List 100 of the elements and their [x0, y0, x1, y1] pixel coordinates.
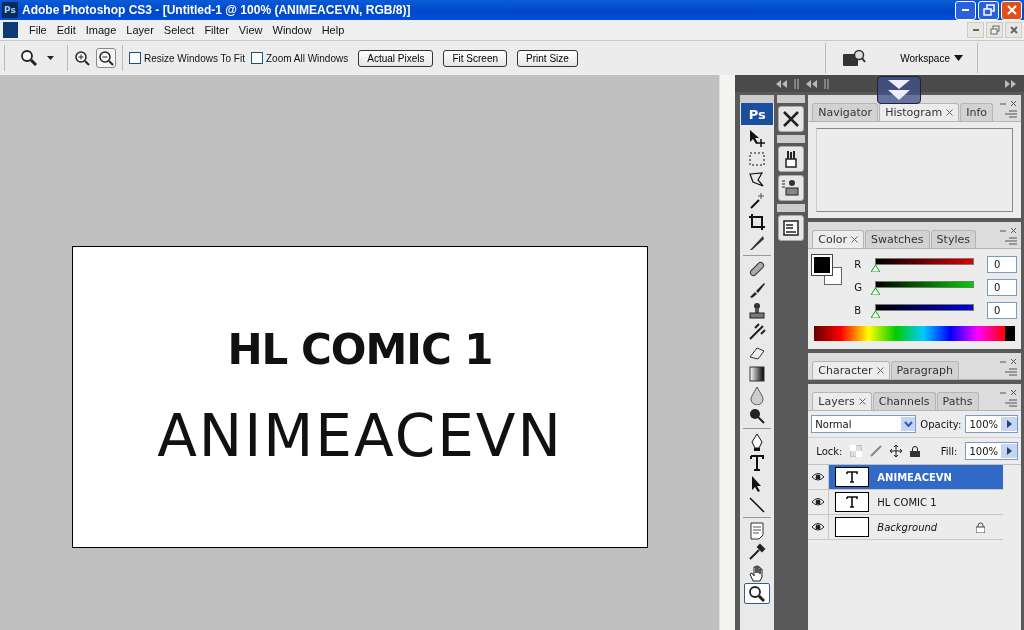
panel-tab[interactable]: Swatches — [865, 230, 930, 248]
close-icon — [1005, 4, 1018, 16]
workspace-menu[interactable]: Workspace — [882, 52, 971, 64]
restore-icon — [989, 25, 1000, 35]
blend-mode-dropdown[interactable]: Normal — [811, 415, 917, 433]
layer-comps-button[interactable] — [778, 215, 805, 241]
panel-tab[interactable]: Color — [812, 230, 865, 248]
gradient-tool-icon — [747, 363, 768, 384]
menu-item[interactable]: Edit — [51, 24, 81, 36]
panel-grip-bar[interactable] — [777, 95, 806, 103]
tool-presets-button[interactable] — [778, 106, 805, 132]
menu-item[interactable]: File — [24, 24, 52, 36]
restore-document-button[interactable] — [986, 22, 1003, 38]
panel-grip-bar[interactable] — [740, 95, 775, 103]
panel-tab[interactable]: Paragraph — [890, 361, 959, 379]
layer-name: Background — [877, 521, 939, 533]
close-icon[interactable] — [876, 367, 884, 374]
layer-name: ANIMEACEVN — [877, 471, 953, 483]
document-lines-icon — [781, 218, 802, 238]
close-icon[interactable] — [946, 109, 954, 116]
panel-tab[interactable]: Paths — [936, 392, 979, 410]
minimize-button[interactable] — [955, 0, 976, 20]
opacity-field[interactable]: 100% — [965, 415, 1018, 433]
zoom-in-icon[interactable] — [74, 50, 90, 66]
type-icon — [846, 496, 859, 508]
menu-item[interactable]: View — [233, 24, 268, 36]
bridge-folder-icon[interactable] — [842, 48, 867, 68]
panel-grip-bar[interactable] — [777, 204, 806, 212]
menu-item[interactable]: Select — [158, 24, 200, 36]
checkerboard-icon[interactable] — [850, 445, 863, 457]
zoom-out-button[interactable] — [96, 48, 116, 68]
panel-tab[interactable]: Navigator — [812, 103, 879, 121]
option-button[interactable]: Actual Pixels — [358, 49, 434, 67]
crop-tool-icon — [747, 211, 768, 232]
checkbox-label: Resize Windows To Fit — [144, 52, 245, 64]
checkbox[interactable] — [129, 52, 141, 64]
bridge-overlay-button[interactable] — [877, 76, 922, 104]
history-tool-icon — [747, 321, 768, 342]
brushes-button[interactable] — [778, 146, 805, 172]
layer-row[interactable]: Background — [808, 515, 1004, 540]
close-icon — [1008, 25, 1019, 35]
channel-label: B — [854, 305, 863, 316]
option-button[interactable]: Print Size — [517, 49, 578, 67]
lock-icon[interactable] — [910, 445, 921, 457]
slider-thumb[interactable] — [871, 311, 881, 318]
layer-row[interactable]: HL COMIC 1 — [808, 490, 1004, 515]
tool-button[interactable] — [744, 583, 771, 604]
close-icon[interactable] — [851, 236, 859, 243]
canvas-text: ANIMEACEVN — [157, 401, 563, 470]
app-logo: Ps — [741, 103, 774, 125]
panel-tab[interactable]: Layers — [812, 392, 872, 410]
panel-tab[interactable]: Info — [960, 103, 993, 121]
fill-field[interactable]: 100% — [965, 442, 1018, 460]
layer-thumbnail — [835, 517, 870, 537]
lock-label: Lock: — [816, 445, 843, 457]
menu-item[interactable]: Window — [267, 24, 317, 36]
channel-value-field[interactable]: 0 — [987, 302, 1017, 319]
menu-item[interactable]: Image — [80, 24, 122, 36]
panel-tab[interactable]: Channels — [872, 392, 936, 410]
panel-tab[interactable]: Character — [812, 361, 890, 379]
panel-tab[interactable]: Styles — [930, 230, 976, 248]
restore-icon — [982, 4, 995, 16]
close-document-button[interactable] — [1005, 22, 1022, 38]
channel-value-field[interactable]: 0 — [987, 256, 1017, 273]
option-button[interactable]: Fit Screen — [443, 49, 508, 67]
arrow-right-icon — [1006, 420, 1012, 428]
scrollbar-track[interactable] — [719, 75, 736, 630]
chevron-down-icon — [903, 421, 913, 427]
restore-button[interactable] — [978, 0, 999, 20]
window-title: Adobe Photoshop CS3 - [Untitled-1 @ 100% (ANIMEACEVN, RGB/8)] — [22, 3, 412, 17]
expand-arrows-icon[interactable] — [1004, 78, 1018, 89]
color-spectrum-bar[interactable] — [814, 326, 1015, 341]
slider-thumb[interactable] — [871, 288, 881, 295]
minimize-document-button[interactable] — [967, 22, 984, 38]
panel-tab[interactable]: Histogram — [879, 103, 960, 121]
canvas-text: HL COMIC 1 — [227, 324, 493, 374]
move-arrows-icon[interactable] — [890, 445, 903, 457]
menu-item[interactable]: Help — [316, 24, 350, 36]
close-button[interactable] — [1001, 0, 1022, 20]
menu-item[interactable]: Layer — [121, 24, 159, 36]
eye-icon[interactable] — [811, 472, 826, 482]
eye-icon[interactable] — [811, 497, 826, 507]
channel-label: G — [854, 282, 863, 293]
stamp-tool-icon — [747, 300, 768, 321]
clone-source-button[interactable] — [778, 175, 805, 201]
channel-value-field[interactable]: 0 — [987, 279, 1017, 296]
checkbox[interactable] — [250, 52, 263, 64]
layer-row[interactable]: ANIMEACEVN — [808, 465, 1004, 490]
minimize-icon — [962, 9, 969, 11]
move-tool-icon — [747, 127, 768, 148]
close-icon[interactable] — [858, 398, 866, 405]
zoom-tool-icon — [19, 48, 39, 68]
checkbox-label: Zoom All Windows — [265, 52, 349, 64]
panel-grip-bar[interactable] — [777, 135, 806, 143]
slider-thumb[interactable] — [871, 265, 881, 272]
arrow-right-icon — [1006, 447, 1012, 455]
fill-label: Fill: — [940, 445, 958, 457]
eye-icon[interactable] — [811, 522, 826, 532]
brush-icon[interactable] — [870, 445, 883, 457]
menu-item[interactable]: Filter — [199, 24, 234, 36]
